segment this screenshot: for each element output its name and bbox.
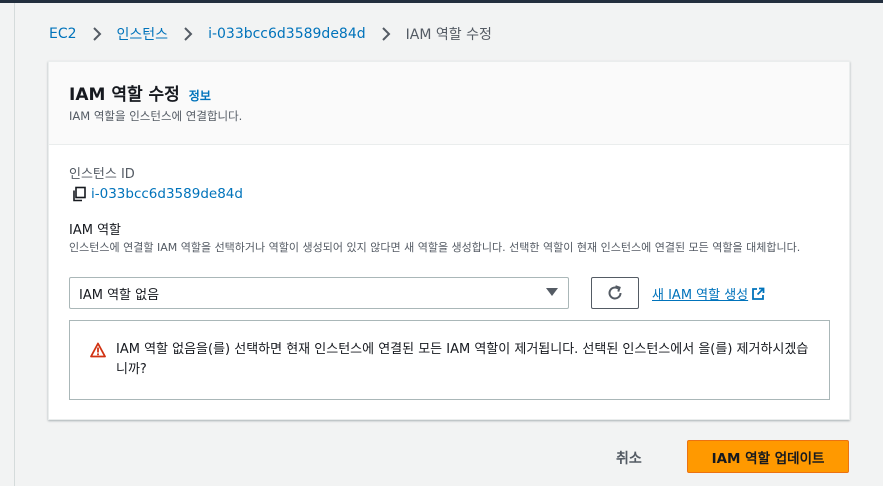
instance-id-label: 인스턴스 ID (69, 167, 135, 182)
info-link[interactable]: 정보 (189, 87, 211, 104)
page-title: IAM 역할 수정 (69, 85, 180, 105)
chevron-right-icon (85, 24, 109, 44)
chevron-right-icon (176, 24, 200, 44)
update-iam-role-button[interactable]: IAM 역할 업데이트 (687, 440, 849, 473)
external-link-icon (752, 287, 765, 300)
caret-down-icon (546, 288, 558, 296)
panel-description: IAM 역할을 인스턴스에 연결합니다. (69, 109, 243, 123)
refresh-icon (608, 285, 622, 300)
create-iam-role-label: 새 IAM 역할 생성 (652, 288, 749, 303)
refresh-button[interactable] (591, 277, 639, 309)
panel-title-row: IAM 역할 수정 정보 (69, 80, 211, 105)
iam-role-label: IAM 역할 (69, 223, 121, 238)
top-bar (0, 0, 883, 3)
breadcrumb-current: IAM 역할 수정 (405, 27, 492, 43)
side-divider (14, 3, 15, 486)
iam-role-select[interactable]: IAM 역할 없음 (69, 277, 569, 309)
warning-icon (90, 342, 106, 358)
instance-id-row: i-033bcc6d3589de84d (71, 186, 243, 202)
modify-iam-role-panel: IAM 역할 수정 정보 IAM 역할을 인스턴스에 연결합니다. 인스턴스 I… (48, 61, 850, 420)
cancel-button[interactable]: 취소 (616, 446, 642, 470)
panel-header: IAM 역할 수정 정보 IAM 역할을 인스턴스에 연결합니다. (49, 62, 849, 145)
breadcrumb: EC2 인스턴스 i-033bcc6d3589de84d IAM 역할 수정 (49, 24, 492, 44)
chevron-right-icon (374, 24, 398, 44)
breadcrumb-ec2[interactable]: EC2 (49, 26, 77, 42)
iam-role-selected-value: IAM 역할 없음 (79, 287, 160, 303)
create-iam-role-link[interactable]: 새 IAM 역할 생성 (652, 284, 765, 303)
warning-alert: IAM 역할 없음을(를) 선택하면 현재 인스턴스에 연결된 모든 IAM 역… (69, 320, 830, 400)
alert-message: IAM 역할 없음을(를) 선택하면 현재 인스턴스에 연결된 모든 IAM 역… (116, 342, 809, 377)
breadcrumb-instances[interactable]: 인스턴스 (117, 24, 169, 44)
iam-role-description: 인스턴스에 연결할 IAM 역할을 선택하거나 역할이 생성되어 있지 않다면 … (69, 241, 801, 254)
copy-icon[interactable] (71, 186, 87, 202)
breadcrumb-instance-id[interactable]: i-033bcc6d3589de84d (208, 26, 366, 42)
instance-id-value[interactable]: i-033bcc6d3589de84d (91, 186, 243, 202)
